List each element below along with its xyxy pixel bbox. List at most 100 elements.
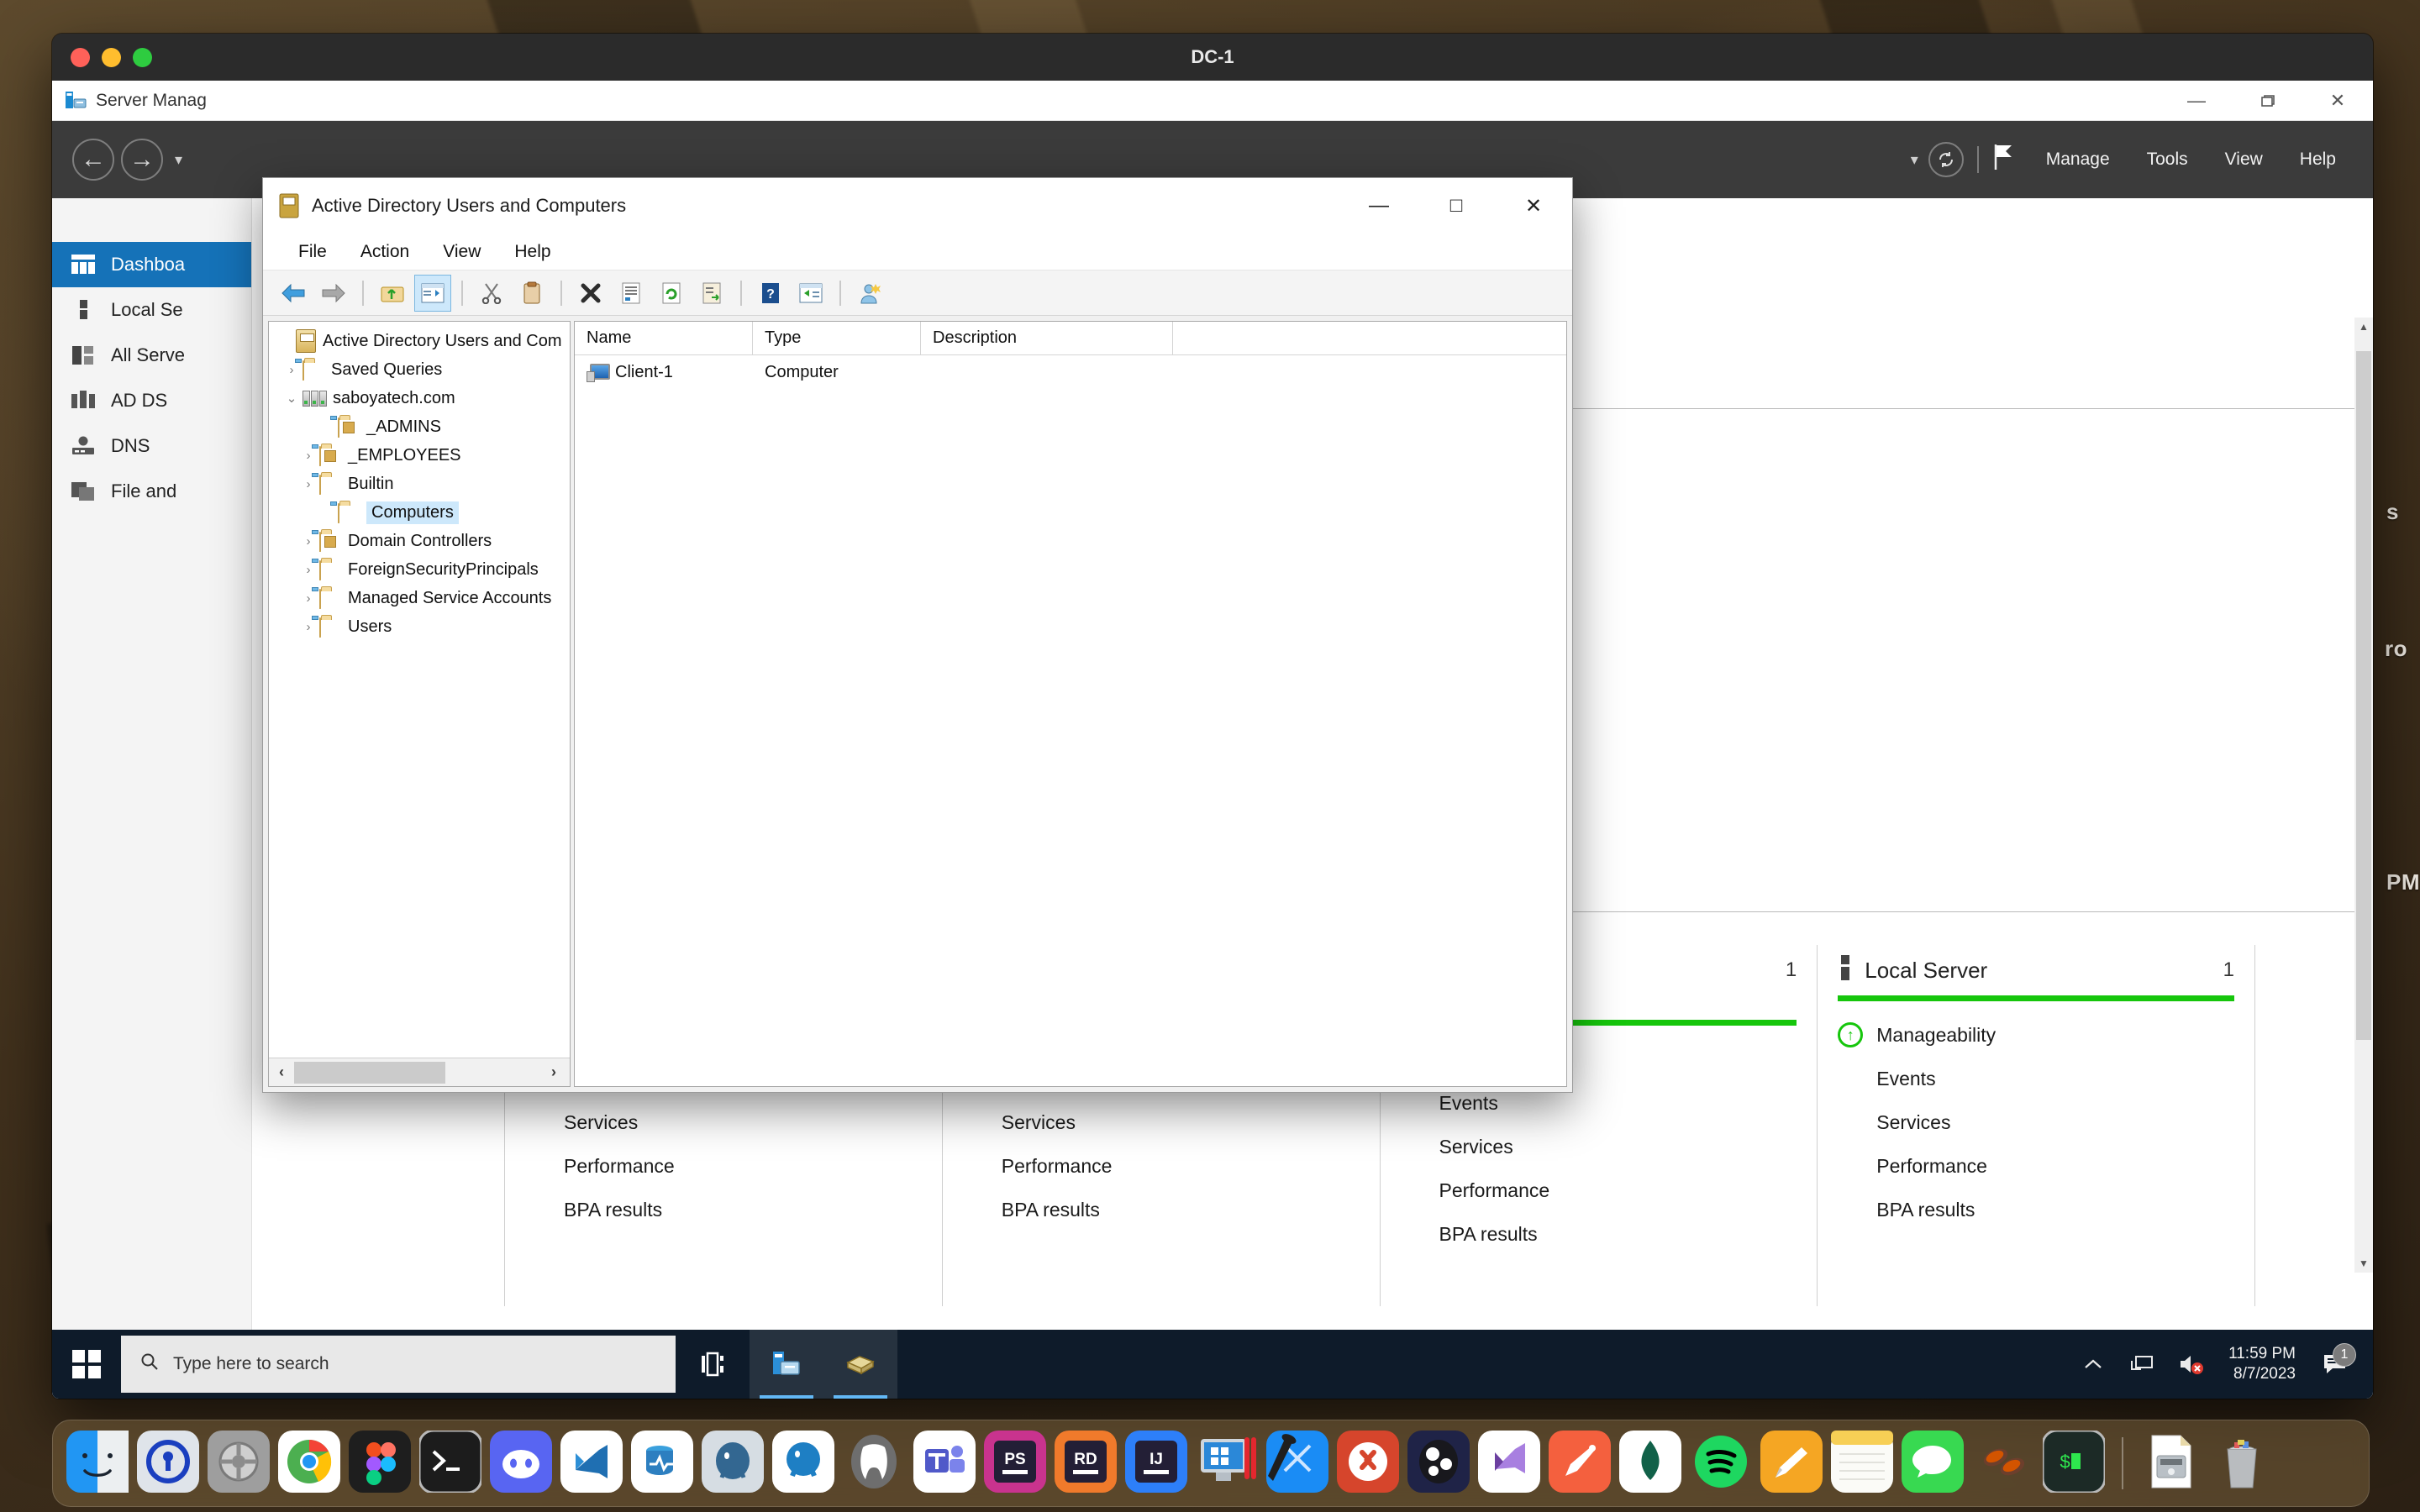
windows-taskbar[interactable]: Type here to search — [52, 1330, 2373, 1399]
properties-icon[interactable] — [613, 275, 650, 312]
refresh-icon[interactable] — [653, 275, 690, 312]
show-hidden-icons-chevron[interactable] — [2069, 1356, 2118, 1373]
search-input[interactable]: Type here to search — [121, 1336, 676, 1393]
new-window-icon[interactable] — [792, 275, 829, 312]
tile-row-manageability[interactable]: ↑ Manageability — [1838, 1013, 2234, 1057]
aduc-toolbar[interactable]: ? — [263, 270, 1572, 316]
minimize-window-button[interactable] — [102, 48, 121, 67]
aduc-taskbar-icon[interactable] — [823, 1330, 897, 1399]
export-list-icon[interactable] — [693, 275, 730, 312]
microsoft-teams-icon[interactable] — [913, 1431, 976, 1497]
show-hide-console-tree-icon[interactable] — [414, 275, 451, 312]
tree-item-domain-controllers[interactable]: › Domain Controllers — [269, 527, 570, 555]
cut-icon[interactable] — [473, 275, 510, 312]
xcode-icon[interactable] — [1266, 1431, 1328, 1497]
aduc-list-pane[interactable]: Name Type Description Client-1 Computer — [574, 321, 1567, 1087]
list-row[interactable]: Client-1 Computer — [575, 355, 1566, 389]
ribbon-menu-manage[interactable]: Manage — [2028, 150, 2128, 170]
restore-button[interactable] — [2232, 81, 2302, 121]
expander-chevron-right-icon[interactable]: › — [281, 363, 302, 377]
window-traffic-lights[interactable] — [71, 48, 152, 67]
tile-row-performance[interactable]: Performance — [1401, 1168, 1797, 1212]
trash-icon[interactable] — [2211, 1431, 2273, 1497]
tile-row-services[interactable]: Services — [963, 1100, 1360, 1144]
nav-dropdown-caret[interactable]: ▾ — [175, 151, 182, 169]
delete-icon[interactable] — [572, 275, 609, 312]
tree-item-users[interactable]: › Users — [269, 612, 570, 641]
expander-chevron-right-icon[interactable]: › — [297, 563, 319, 577]
tile-row-services[interactable]: Services — [1838, 1100, 2234, 1144]
google-chrome-icon[interactable] — [278, 1431, 340, 1497]
tile-row-performance[interactable]: Performance — [525, 1144, 922, 1188]
nav-back-button[interactable]: ← — [72, 139, 114, 181]
aduc-console-tree[interactable]: Active Directory Users and Com › Saved Q… — [268, 321, 571, 1087]
role-tile-local-server[interactable]: Local Server 1 ↑ Manageability Events Se… — [1817, 945, 2255, 1306]
postgresql-icon[interactable] — [702, 1431, 764, 1497]
tile-row-services[interactable]: Services — [1401, 1125, 1797, 1168]
maximize-button[interactable]: □ — [1418, 178, 1495, 234]
parallels-desktop-icon[interactable] — [1196, 1431, 1258, 1497]
sidebar-item-dns[interactable]: DNS — [52, 423, 251, 469]
server-manager-ribbon-menus[interactable]: ▾ Manage Tools View Help — [1911, 142, 2354, 177]
notes-icon[interactable] — [1831, 1431, 1893, 1497]
expander-chevron-right-icon[interactable]: › — [297, 449, 319, 463]
zoom-window-button[interactable] — [133, 48, 152, 67]
server-manager-window-buttons[interactable]: — ✕ — [2161, 81, 2373, 121]
close-button[interactable]: ✕ — [2302, 81, 2373, 121]
scroll-right-arrow[interactable]: › — [541, 1063, 566, 1081]
expander-chevron-right-icon[interactable]: › — [297, 477, 319, 491]
tile-row-events[interactable]: Events — [1838, 1057, 2234, 1100]
forward-arrow-icon[interactable] — [315, 275, 352, 312]
scrollbar-thumb[interactable] — [2356, 351, 2371, 1040]
tree-item-admins[interactable]: _ADMINS — [269, 412, 570, 441]
azure-data-studio-icon[interactable] — [631, 1431, 693, 1497]
disk-image-icon[interactable] — [2140, 1431, 2202, 1497]
sidebar-item-ad-ds[interactable]: AD DS — [52, 378, 251, 423]
tree-item-employees[interactable]: › _EMPLOYEES — [269, 441, 570, 470]
spotify-icon[interactable] — [1690, 1431, 1752, 1497]
intellij-idea-icon[interactable]: IJ — [1125, 1431, 1187, 1497]
find-user-icon[interactable] — [851, 275, 888, 312]
tile-row-bpa-results[interactable]: BPA results — [1838, 1188, 2234, 1231]
menu-view[interactable]: View — [426, 242, 497, 262]
expander-chevron-right-icon[interactable]: › — [297, 591, 319, 606]
scrollbar-thumb[interactable] — [294, 1062, 445, 1084]
aduc-titlebar[interactable]: Active Directory Users and Computers — □… — [263, 178, 1572, 234]
up-folder-icon[interactable] — [374, 275, 411, 312]
terminal-icon[interactable] — [419, 1431, 481, 1497]
tree-item-root[interactable]: Active Directory Users and Com — [269, 327, 570, 355]
expander-chevron-right-icon[interactable]: › — [297, 620, 319, 634]
finder-icon[interactable] — [66, 1431, 129, 1497]
windows-start-icon[interactable] — [52, 1330, 121, 1399]
discord-icon[interactable] — [490, 1431, 552, 1497]
ribbon-menu-tools[interactable]: Tools — [2128, 150, 2207, 170]
tree-item-builtin[interactable]: › Builtin — [269, 470, 570, 498]
visual-studio-icon[interactable] — [1478, 1431, 1540, 1497]
close-window-button[interactable] — [71, 48, 90, 67]
back-arrow-icon[interactable] — [275, 275, 312, 312]
1password-icon[interactable] — [137, 1431, 199, 1497]
raycast-icon[interactable] — [1972, 1431, 2034, 1497]
help-icon[interactable]: ? — [752, 275, 789, 312]
menu-help[interactable]: Help — [497, 242, 567, 262]
close-button[interactable]: ✕ — [1495, 178, 1572, 234]
obs-studio-icon[interactable] — [1407, 1431, 1470, 1497]
system-tray[interactable]: 11:59 PM 8/7/2023 1 — [2069, 1344, 2373, 1384]
refresh-icon[interactable] — [1928, 142, 1964, 177]
sketch-icon[interactable] — [1549, 1431, 1611, 1497]
tile-row-bpa-results[interactable]: BPA results — [963, 1188, 1360, 1231]
messages-icon[interactable] — [1902, 1431, 1964, 1497]
menu-action[interactable]: Action — [344, 242, 426, 262]
scroll-left-arrow[interactable]: ‹ — [269, 1063, 294, 1081]
sublime-merge-icon[interactable] — [1337, 1431, 1399, 1497]
tree-item-computers[interactable]: Computers — [269, 498, 570, 527]
system-settings-icon[interactable] — [208, 1431, 270, 1497]
expander-chevron-right-icon[interactable]: › — [297, 534, 319, 549]
rider-icon[interactable]: RD — [1055, 1431, 1117, 1497]
list-column-headers[interactable]: Name Type Description — [575, 322, 1566, 355]
server-manager-titlebar[interactable]: Server Manag — ✕ — [52, 81, 2373, 121]
menu-file[interactable]: File — [281, 242, 344, 262]
aduc-menubar[interactable]: File Action View Help — [263, 234, 1572, 270]
aduc-window[interactable]: Active Directory Users and Computers — □… — [262, 177, 1573, 1093]
tree-horizontal-scrollbar[interactable]: ‹ › — [269, 1058, 570, 1086]
